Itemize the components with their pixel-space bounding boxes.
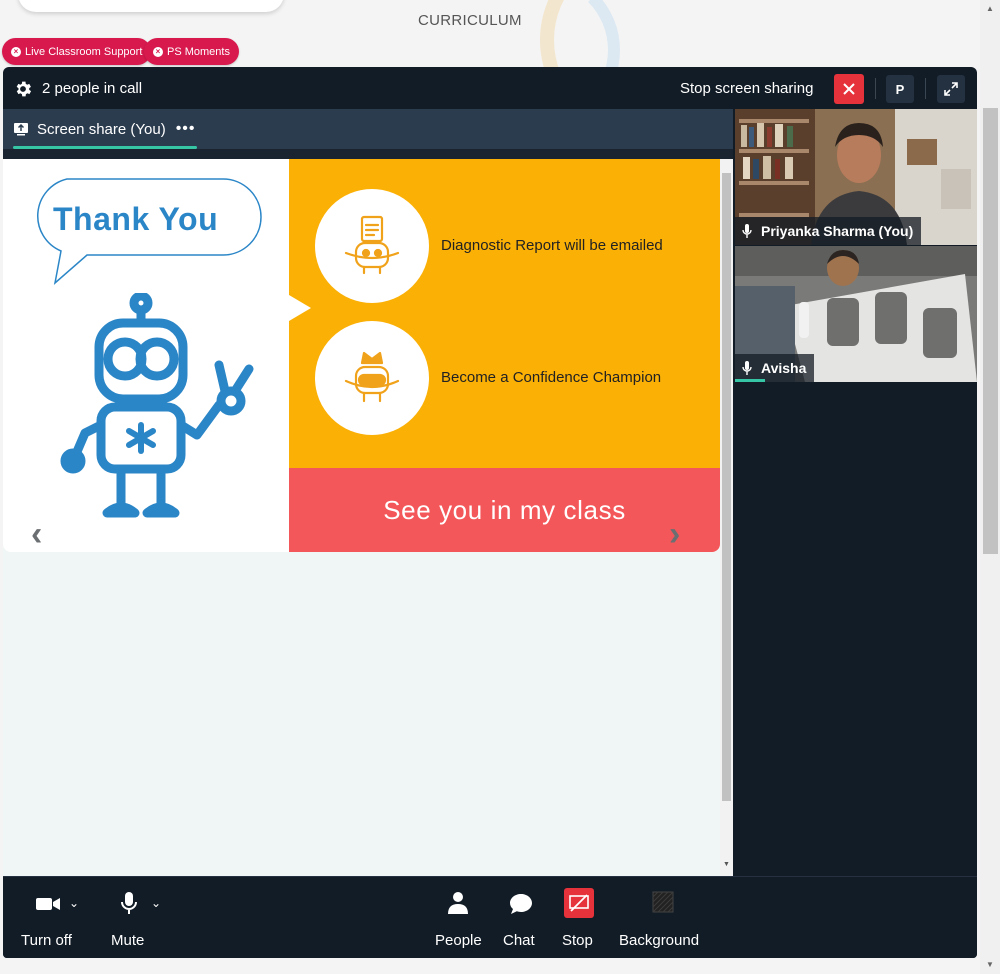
control-label: Chat bbox=[503, 932, 535, 949]
microphone-icon bbox=[742, 361, 752, 375]
background-icon bbox=[652, 891, 674, 913]
pill-label: PS Moments bbox=[167, 45, 230, 58]
camera-toggle-button[interactable]: Turn off bbox=[19, 877, 89, 957]
gear-icon[interactable] bbox=[13, 79, 33, 104]
slide-yellow-panel: Diagnostic Report will be emailed Become… bbox=[289, 159, 720, 468]
participant-name: Priyanka Sharma (You) bbox=[761, 223, 914, 239]
camera-icon bbox=[36, 898, 60, 910]
slide-notch bbox=[289, 295, 311, 321]
microphone-icon bbox=[742, 224, 752, 238]
participant-name-bar: Priyanka Sharma (You) bbox=[735, 217, 922, 245]
scroll-down-arrow[interactable]: ▼ bbox=[723, 861, 730, 868]
control-label: Background bbox=[619, 932, 700, 949]
live-classroom-support-button[interactable]: × Live Classroom Support bbox=[2, 38, 152, 65]
robot-illustration bbox=[60, 293, 254, 518]
stop-share-icon bbox=[564, 888, 594, 918]
stop-screen-sharing-label[interactable]: Stop screen sharing bbox=[680, 80, 813, 97]
see-you-banner: See you in my class bbox=[289, 468, 720, 552]
expand-icon bbox=[944, 82, 958, 96]
confidence-champion-text: Become a Confidence Champion bbox=[441, 369, 662, 386]
robot-crown-icon bbox=[344, 351, 400, 403]
thank-you-heading: Thank You bbox=[53, 201, 219, 237]
screen-share-icon bbox=[14, 123, 28, 136]
tab-label: Screen share (You) bbox=[37, 120, 166, 138]
mute-button[interactable]: Mute bbox=[107, 877, 159, 957]
microphone-icon bbox=[121, 892, 137, 914]
shared-screen-area: Thank You Diagnostic Report will be emai… bbox=[3, 149, 733, 876]
control-label: People bbox=[435, 932, 482, 949]
robot-report-icon bbox=[344, 215, 400, 275]
control-label: Mute bbox=[111, 932, 145, 949]
shared-screen-scrollbar[interactable]: ▼ bbox=[720, 159, 733, 876]
call-top-bar: 2 people in call Stop screen sharing P bbox=[3, 67, 977, 109]
presentation-slide: Thank You Diagnostic Report will be emai… bbox=[3, 159, 720, 552]
close-icon: × bbox=[153, 46, 163, 57]
profile-button[interactable]: P bbox=[886, 75, 914, 103]
control-label: Turn off bbox=[21, 932, 72, 949]
divider bbox=[925, 78, 926, 99]
speaking-indicator bbox=[735, 379, 765, 382]
people-button[interactable]: People bbox=[433, 877, 485, 957]
ps-moments-button[interactable]: × PS Moments bbox=[144, 38, 239, 65]
report-icon-circle bbox=[315, 189, 429, 303]
page-scrollbar[interactable]: ▲ ▼ bbox=[980, 0, 1000, 974]
chevron-down-icon[interactable]: ⌄ bbox=[151, 896, 161, 910]
screen-share-tab-bar: Screen share (You) ••• bbox=[3, 109, 733, 149]
participant-tile[interactable]: Avisha bbox=[735, 246, 977, 382]
top-card bbox=[18, 0, 284, 12]
previous-slide-arrow[interactable]: ‹ bbox=[31, 515, 42, 552]
people-in-call-count: 2 people in call bbox=[42, 80, 143, 97]
tab-screen-share[interactable]: Screen share (You) ••• bbox=[13, 109, 196, 149]
call-controls-bar: Turn off ⌄ Mute ⌄ People Chat Stop Backg… bbox=[3, 876, 977, 958]
participant-tile[interactable]: Priyanka Sharma (You) bbox=[735, 109, 977, 245]
more-options-icon[interactable]: ••• bbox=[176, 120, 196, 138]
diagnostic-report-text: Diagnostic Report will be emailed bbox=[441, 237, 663, 254]
participant-name: Avisha bbox=[761, 360, 807, 376]
close-icon: × bbox=[11, 46, 21, 57]
curriculum-heading: CURRICULUM bbox=[418, 12, 522, 29]
video-call-window: 2 people in call Stop screen sharing P S… bbox=[3, 67, 977, 958]
chevron-down-icon[interactable]: ⌄ bbox=[69, 896, 79, 910]
pill-label: Live Classroom Support bbox=[25, 45, 143, 58]
scroll-down-arrow[interactable]: ▼ bbox=[986, 960, 994, 969]
stop-share-button[interactable]: Stop bbox=[561, 877, 601, 957]
chat-icon bbox=[510, 894, 532, 914]
background-button[interactable]: Background bbox=[619, 877, 709, 957]
chat-button[interactable]: Chat bbox=[501, 877, 541, 957]
scrollbar-thumb[interactable] bbox=[722, 173, 731, 801]
scroll-up-arrow[interactable]: ▲ bbox=[986, 4, 994, 13]
divider bbox=[875, 78, 876, 99]
people-icon bbox=[448, 892, 468, 914]
slide-left-panel: Thank You bbox=[3, 159, 289, 552]
participant-name-bar: Avisha bbox=[735, 354, 815, 382]
champion-icon-circle bbox=[315, 321, 429, 435]
stop-sharing-button[interactable] bbox=[834, 74, 864, 104]
fullscreen-button[interactable] bbox=[937, 75, 965, 103]
scrollbar-thumb[interactable] bbox=[983, 108, 998, 554]
control-label: Stop bbox=[562, 932, 593, 949]
close-icon bbox=[843, 83, 855, 95]
next-slide-arrow[interactable]: › bbox=[669, 515, 680, 552]
